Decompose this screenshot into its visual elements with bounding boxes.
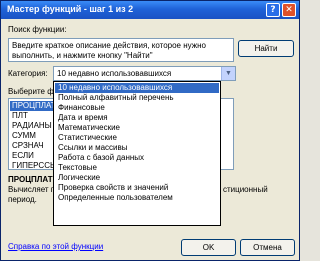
function-description-start: Вычисляет п [8, 185, 56, 194]
dialog-title: Мастер функций - шаг 1 из 2 [7, 4, 134, 14]
search-input[interactable]: Введите краткое описание действия, котор… [8, 38, 234, 62]
functions-label: Выберите фу [8, 87, 58, 96]
cancel-button-label: Отмена [253, 243, 282, 252]
category-option-statistical[interactable]: Статистические [55, 133, 219, 143]
category-option-information[interactable]: Проверка свойств и значений [55, 183, 219, 193]
function-item-esli[interactable]: ЕСЛИ [12, 151, 34, 161]
category-selected-value: 10 недавно использовавшихся [57, 69, 172, 78]
function-item-radiany[interactable]: РАДИАНЫ [12, 121, 52, 131]
find-button[interactable]: Найти [238, 40, 294, 57]
category-option-financial[interactable]: Финансовые [55, 103, 219, 113]
function-item-plt[interactable]: ПЛТ [12, 111, 28, 121]
category-dropdown-list[interactable]: 10 недавно использовавшихся Полный алфав… [53, 81, 221, 226]
chevron-down-icon[interactable]: ▼ [221, 67, 235, 80]
category-label: Категория: [8, 69, 48, 78]
category-option-datetime[interactable]: Дата и время [55, 113, 219, 123]
close-icon: ✕ [285, 5, 293, 15]
cancel-button[interactable]: Отмена [240, 239, 295, 256]
ok-button-label: OK [202, 243, 215, 252]
category-select[interactable]: 10 недавно использовавшихся ▼ [53, 66, 236, 81]
category-option-user-defined[interactable]: Определенные пользователем [55, 193, 219, 203]
search-text-line-1: Введите краткое описание действия, котор… [12, 41, 206, 50]
find-button-label: Найти [254, 44, 278, 53]
category-option-text[interactable]: Текстовые [55, 163, 219, 173]
category-option-recent[interactable]: 10 недавно использовавшихся [55, 83, 219, 93]
category-option-lookup[interactable]: Ссылки и массивы [55, 143, 219, 153]
function-item-giperssy[interactable]: ГИПЕРССЫ [12, 161, 57, 171]
category-option-database[interactable]: Работа с базой данных [55, 153, 219, 163]
ok-button[interactable]: OK [181, 239, 236, 256]
category-option-math[interactable]: Математические [55, 123, 219, 133]
search-text-line-2: выполнить, и нажмите кнопку "Найти" [12, 51, 153, 60]
help-title-button[interactable]: ? [266, 3, 280, 17]
function-item-srznach[interactable]: СРЗНАЧ [12, 141, 44, 151]
category-option-all[interactable]: Полный алфавитный перечень [55, 93, 219, 103]
function-item-summ[interactable]: СУММ [12, 131, 36, 141]
function-wizard-dialog: Мастер функций - шаг 1 из 2 ? ✕ Поиск фу… [0, 0, 300, 261]
search-label: Поиск функции: [8, 25, 67, 34]
function-help-link[interactable]: Справка по этой функции [8, 242, 103, 251]
category-option-logical[interactable]: Логические [55, 173, 219, 183]
question-icon: ? [270, 5, 276, 15]
function-description-end-2: период. [8, 195, 37, 204]
close-button[interactable]: ✕ [282, 3, 296, 17]
title-bar[interactable]: Мастер функций - шаг 1 из 2 ? ✕ [1, 1, 299, 19]
function-description-end-1: стиционный [223, 185, 268, 194]
selected-function-name: ПРОЦПЛАТ [8, 175, 53, 184]
